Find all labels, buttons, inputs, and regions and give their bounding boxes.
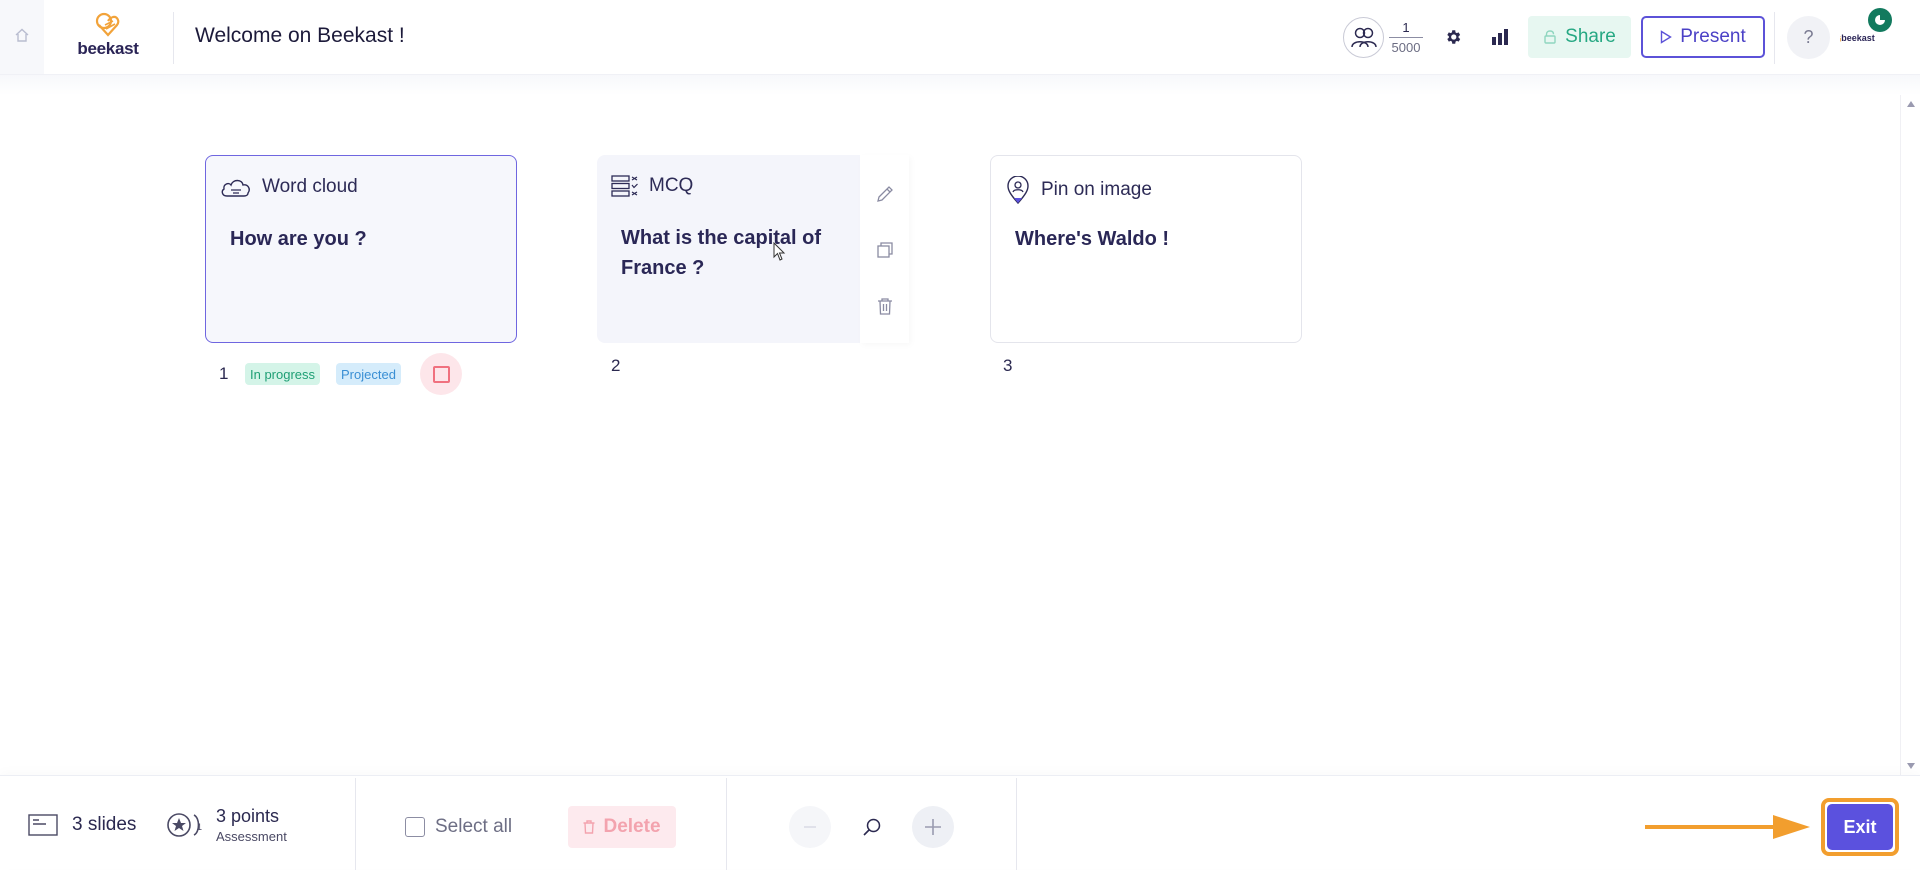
play-icon [1661, 30, 1673, 44]
delete-slide-button[interactable] [870, 291, 900, 321]
annotation-arrow-icon [1645, 815, 1810, 839]
scroll-down-icon[interactable] [1907, 763, 1915, 769]
delete-label: Delete [603, 816, 661, 837]
divider [173, 12, 174, 64]
bee-heart-icon [95, 12, 120, 37]
slides-count: 3 slides [28, 814, 136, 836]
zoom-out-button[interactable] [789, 806, 831, 848]
participants-max: 5000 [1391, 39, 1421, 55]
cloud-icon [221, 179, 250, 197]
points-text: 3 points Assessment [216, 806, 287, 844]
trash-icon [877, 298, 892, 315]
divider [355, 778, 356, 870]
search-icon [863, 818, 881, 836]
brand-mini-text: beekast [1841, 33, 1875, 43]
slide-type-label: Word cloud [262, 176, 358, 197]
beekast-logo[interactable]: beekast [70, 12, 146, 62]
slide-card-mcq[interactable]: MCQ What is the capital of France ? [597, 155, 909, 343]
status-badge: In progress [245, 363, 321, 385]
gear-icon [1447, 30, 1461, 44]
zoom-in-button[interactable] [912, 806, 954, 848]
fraction-line [1389, 36, 1423, 38]
slide-type-label: MCQ [649, 175, 694, 196]
slide-number: 2 [611, 356, 621, 375]
home-button[interactable] [0, 0, 44, 74]
slide-card-pin-on-image[interactable]: Pin on image Where's Waldo ! [990, 155, 1302, 343]
vertical-scrollbar[interactable] [1900, 95, 1920, 775]
select-all-label: Select all [435, 816, 513, 837]
statistics-button[interactable] [1483, 20, 1517, 54]
zoom-search-button[interactable] [851, 806, 893, 848]
trash-icon [583, 820, 595, 834]
slide-type: Word cloud [220, 176, 358, 198]
divider [1774, 12, 1775, 64]
stop-projection-button[interactable] [420, 353, 462, 395]
delete-button[interactable]: Delete [568, 806, 676, 848]
avatar[interactable] [1868, 8, 1892, 32]
brand-mini-logo: ᵢbeekast [1840, 33, 1875, 43]
projected-badge: Projected [336, 363, 401, 385]
slide-card-word-cloud[interactable]: Word cloud How are you ? [205, 155, 517, 343]
duplicate-slide-button[interactable] [870, 235, 900, 265]
home-icon [14, 27, 30, 48]
slide-question: How are you ? [230, 228, 367, 250]
slide-number: 1 [219, 364, 229, 383]
divider [726, 778, 727, 870]
stop-icon [432, 365, 450, 383]
scroll-up-icon[interactable] [1907, 101, 1915, 107]
settings-button[interactable] [1436, 20, 1470, 54]
pencil-icon [876, 186, 893, 202]
slide-toolbar [860, 155, 909, 343]
edit-slide-button[interactable] [870, 179, 900, 209]
points-label: 3 points [216, 806, 280, 826]
logo-text: beekast [77, 39, 139, 58]
slides-icon [28, 814, 58, 836]
minus-icon [804, 826, 816, 828]
exit-button[interactable]: Exit [1827, 804, 1893, 850]
lock-icon [1544, 30, 1556, 44]
slide-number: 3 [1003, 356, 1013, 375]
select-all-checkbox[interactable]: Select all [405, 816, 512, 838]
points-info: 1 3 points Assessment [166, 806, 287, 844]
copy-icon [876, 242, 893, 258]
divider [1016, 778, 1017, 870]
plus-icon [925, 819, 941, 835]
top-bar: beekast Welcome on Beekast ! 1 5000 Shar… [0, 0, 1920, 75]
map-pin-icon [1007, 176, 1029, 204]
present-label: Present [1680, 26, 1746, 47]
participants-icon [1343, 16, 1384, 58]
share-label: Share [1565, 26, 1616, 47]
slide-type: MCQ [611, 175, 693, 197]
share-button[interactable]: Share [1528, 16, 1631, 58]
slide-type: Pin on image [1005, 176, 1152, 204]
list-check-icon [611, 175, 638, 197]
user-avatar-icon [1875, 15, 1885, 25]
mouse-cursor-icon [773, 241, 787, 267]
participants-counter[interactable]: 1 5000 [1343, 16, 1423, 58]
participants-count: 1 5000 [1389, 20, 1423, 55]
slide-type-label: Pin on image [1041, 179, 1152, 200]
checkbox[interactable] [405, 817, 425, 837]
present-button[interactable]: Present [1641, 16, 1765, 58]
help-button[interactable]: ? [1787, 16, 1830, 59]
star-points-icon: 1 [167, 813, 202, 837]
header-shadow [0, 75, 1920, 95]
bar-chart-icon [1492, 29, 1508, 45]
slides-count-label: 3 slides [72, 814, 137, 835]
points-sub-label: Assessment [216, 829, 287, 844]
slide-question: Where's Waldo ! [1015, 228, 1170, 250]
page-title: Welcome on Beekast ! [195, 24, 405, 47]
participants-current: 1 [1402, 19, 1410, 35]
slide-question: What is the capital of France ? [621, 227, 822, 279]
svg-text:1: 1 [197, 822, 202, 832]
bottom-bar: 3 slides 1 3 points Assessment Select al… [0, 775, 1920, 870]
